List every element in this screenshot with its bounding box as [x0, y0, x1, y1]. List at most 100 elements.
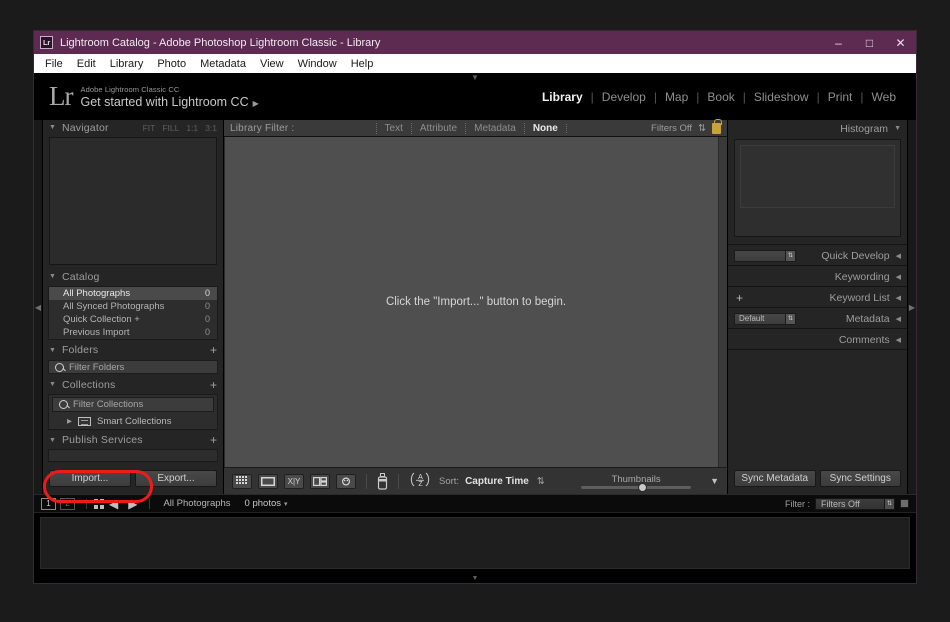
filmstrip-filter-select[interactable]: Filters Off ⇅ — [815, 497, 895, 510]
menu-file[interactable]: File — [38, 57, 70, 71]
menu-library[interactable]: Library — [103, 57, 151, 71]
menu-metadata[interactable]: Metadata — [193, 57, 253, 71]
catalog-header[interactable]: ▼ Catalog — [43, 269, 223, 285]
library-filter-metadata[interactable]: Metadata — [465, 122, 524, 134]
catalog-triangle-icon[interactable]: ▼ — [49, 273, 56, 280]
smart-collections-expand-icon[interactable]: ▶ — [67, 417, 72, 425]
navigator-header[interactable]: ▼ Navigator FIT FILL 1:1 3:1 — [43, 120, 223, 136]
navigator-zoom-fill[interactable]: FILL — [162, 123, 179, 133]
sort-value[interactable]: Capture Time — [465, 476, 529, 487]
keyword-list-triangle-icon[interactable]: ◀ — [896, 294, 901, 302]
loupe-view-icon[interactable] — [258, 473, 278, 489]
metadata-triangle-icon[interactable]: ◀ — [896, 315, 901, 323]
filter-folders-input[interactable]: Filter Folders — [48, 360, 218, 375]
chevron-updown-icon[interactable]: ⇅ — [785, 250, 795, 261]
smart-collections-row[interactable]: ▶ Smart Collections — [49, 413, 217, 429]
close-button[interactable]: ✕ — [885, 31, 916, 54]
quick-develop-header[interactable]: ⇅ Quick Develop ◀ — [728, 247, 907, 264]
quick-develop-triangle-icon[interactable]: ◀ — [896, 252, 901, 260]
navigator-preview[interactable] — [49, 137, 217, 266]
lock-icon[interactable] — [712, 118, 722, 134]
chevron-updown-icon[interactable]: ⇅ — [884, 498, 894, 509]
keyword-list-header[interactable]: + Keyword List ◀ — [728, 289, 907, 306]
histogram-header[interactable]: Histogram ▼ — [728, 120, 907, 137]
import-button[interactable]: Import... — [49, 469, 131, 487]
collections-header[interactable]: ▼ Collections + — [43, 377, 223, 393]
navigator-triangle-icon[interactable]: ▼ — [49, 124, 56, 131]
grid-view-icon[interactable] — [232, 473, 252, 489]
filters-off-stepper-icon[interactable]: ⇅ — [698, 123, 706, 134]
filters-off-label[interactable]: Filters Off — [651, 123, 692, 134]
collections-triangle-icon[interactable]: ▼ — [49, 381, 56, 388]
grid-content-area[interactable]: Click the "Import..." button to begin. — [224, 137, 727, 467]
module-develop[interactable]: Develop — [594, 90, 654, 104]
catalog-row-all-photographs[interactable]: All Photographs 0 — [49, 286, 217, 300]
menu-edit[interactable]: Edit — [70, 57, 103, 71]
compare-view-icon[interactable]: X|Y — [284, 473, 304, 489]
comments-header[interactable]: Comments ◀ — [728, 331, 907, 348]
metadata-preset-select[interactable]: Default ⇅ — [734, 312, 796, 325]
painter-spray-icon[interactable] — [377, 472, 388, 490]
main-screen-button[interactable]: 1 — [41, 497, 56, 510]
library-filter-attribute[interactable]: Attribute — [410, 122, 465, 134]
toolbar-options-caret-icon[interactable]: ▼ — [710, 476, 719, 486]
maximize-button[interactable]: □ — [854, 31, 885, 54]
survey-view-icon[interactable] — [310, 473, 330, 489]
add-keyword-plus-icon[interactable]: + — [736, 292, 743, 304]
module-web[interactable]: Web — [864, 90, 904, 104]
content-scrollbar[interactable] — [718, 137, 727, 467]
folders-header[interactable]: ▼ Folders + — [43, 342, 223, 359]
second-screen-button[interactable]: 2 — [60, 497, 75, 510]
sync-metadata-button[interactable]: Sync Metadata — [734, 470, 816, 487]
people-view-icon[interactable] — [336, 473, 356, 489]
chevron-down-icon[interactable]: ▾ — [284, 501, 288, 508]
quick-develop-preset-select[interactable]: ⇅ — [734, 249, 796, 262]
catalog-row-previous-import[interactable]: Previous Import 0 — [49, 326, 217, 339]
export-button[interactable]: Export... — [135, 469, 217, 487]
navigator-zoom-fit[interactable]: FIT — [143, 123, 156, 133]
add-publish-service-plus-icon[interactable]: + — [210, 434, 217, 446]
folders-triangle-icon[interactable]: ▼ — [49, 347, 56, 354]
minimize-button[interactable]: – — [823, 31, 854, 54]
filmstrip-thumbnails[interactable] — [40, 517, 910, 569]
catalog-row-quick-collection[interactable]: Quick Collection + 0 — [49, 313, 217, 326]
filmstrip-collapse-arrow[interactable]: ▼ — [34, 573, 916, 583]
thumbnails-slider-knob[interactable] — [638, 482, 648, 492]
module-slideshow[interactable]: Slideshow — [746, 90, 817, 104]
chevron-updown-icon[interactable]: ⇅ — [785, 313, 795, 324]
thumbnails-slider[interactable] — [581, 482, 692, 492]
filmstrip-filter-toggle[interactable] — [900, 499, 909, 508]
catalog-row-all-synced-photographs[interactable]: All Synced Photographs 0 — [49, 300, 217, 313]
go-back-arrow-icon[interactable]: ◀ — [109, 498, 118, 510]
add-folder-plus-icon[interactable]: + — [210, 344, 217, 356]
identity-plate[interactable]: Lr Adobe Lightroom Classic CC Get starte… — [44, 83, 259, 110]
module-map[interactable]: Map — [657, 90, 696, 104]
left-panel-collapse-arrow[interactable]: ◀ — [34, 120, 43, 494]
sync-settings-button[interactable]: Sync Settings — [819, 470, 901, 487]
add-collection-plus-icon[interactable]: + — [210, 379, 217, 391]
library-filter-none[interactable]: None — [523, 122, 566, 134]
histogram-triangle-icon[interactable]: ▼ — [894, 125, 901, 132]
module-print[interactable]: Print — [820, 90, 861, 104]
publish-services-triangle-icon[interactable]: ▼ — [49, 437, 56, 444]
filmstrip-photo-count[interactable]: 0 photos ▾ — [245, 498, 288, 509]
menu-photo[interactable]: Photo — [150, 57, 193, 71]
keywording-triangle-icon[interactable]: ◀ — [896, 273, 901, 281]
keywording-header[interactable]: Keywording ◀ — [728, 268, 907, 285]
menu-window[interactable]: Window — [291, 57, 344, 71]
menu-view[interactable]: View — [253, 57, 291, 71]
module-book[interactable]: Book — [699, 90, 742, 104]
right-panel-collapse-arrow[interactable]: ▶ — [907, 120, 916, 494]
library-filter-text[interactable]: Text — [375, 122, 411, 134]
a-z-sort-icon[interactable]: A Z — [409, 471, 431, 491]
go-forward-arrow-icon[interactable]: ▶ — [128, 498, 137, 510]
filmstrip-source-label[interactable]: All Photographs — [163, 498, 230, 509]
comments-triangle-icon[interactable]: ◀ — [896, 336, 901, 344]
navigator-zoom-3-1[interactable]: 3:1 — [205, 123, 217, 133]
grid-icon[interactable] — [94, 498, 104, 509]
menu-help[interactable]: Help — [344, 57, 381, 71]
module-library[interactable]: Library — [534, 90, 591, 104]
filter-collections-input[interactable]: Filter Collections — [52, 396, 214, 412]
publish-services-header[interactable]: ▼ Publish Services + — [43, 432, 223, 449]
metadata-header[interactable]: Default ⇅ Metadata ◀ — [728, 310, 907, 327]
